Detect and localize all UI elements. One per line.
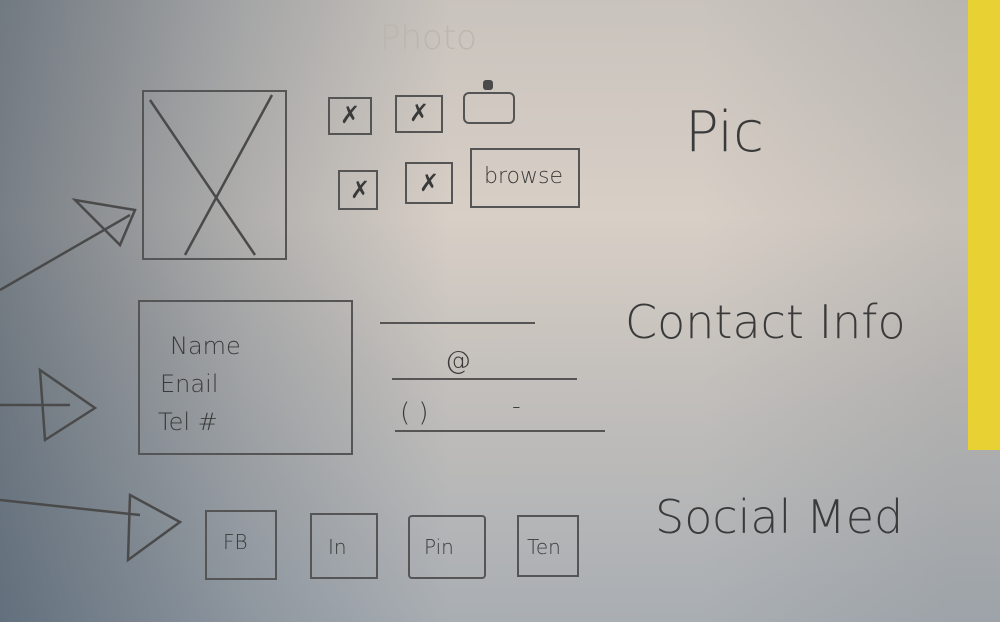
phone-parentheses: ( )	[400, 398, 429, 428]
option-checkbox-4[interactable]: ✗	[405, 162, 453, 204]
contact-info-annotation: Contact Info	[625, 295, 906, 349]
name-label: Name	[170, 332, 241, 360]
name-input[interactable]	[380, 322, 535, 324]
photo-faint-label: Photo	[380, 18, 477, 58]
social-button-ten[interactable]: Ten	[517, 515, 579, 577]
phone-dash: -	[512, 392, 521, 420]
contact-labels-box: Name Enail Tel #	[138, 300, 353, 455]
social-button-fb[interactable]: FB	[205, 510, 277, 580]
arrow-pic	[0, 198, 137, 292]
social-button-pinterest[interactable]: Pin	[408, 515, 486, 579]
email-input[interactable]	[392, 378, 577, 380]
image-placeholder	[142, 90, 287, 260]
email-label: Enail	[160, 370, 219, 398]
arrow-social	[0, 492, 183, 563]
phone-input[interactable]	[395, 430, 605, 432]
tel-label: Tel #	[158, 408, 218, 436]
option-checkbox-1[interactable]: ✗	[328, 97, 372, 135]
email-at-sign: @	[445, 346, 471, 376]
social-media-annotation: Social Med	[655, 490, 904, 544]
browse-button[interactable]: browse	[470, 148, 580, 208]
arrow-contact	[0, 367, 98, 443]
option-checkbox-2[interactable]: ✗	[395, 95, 443, 133]
camera-icon[interactable]	[463, 80, 515, 124]
social-button-linkedin[interactable]: In	[310, 513, 378, 579]
option-checkbox-3[interactable]: ✗	[338, 170, 378, 210]
pic-annotation: Pic	[685, 100, 764, 165]
